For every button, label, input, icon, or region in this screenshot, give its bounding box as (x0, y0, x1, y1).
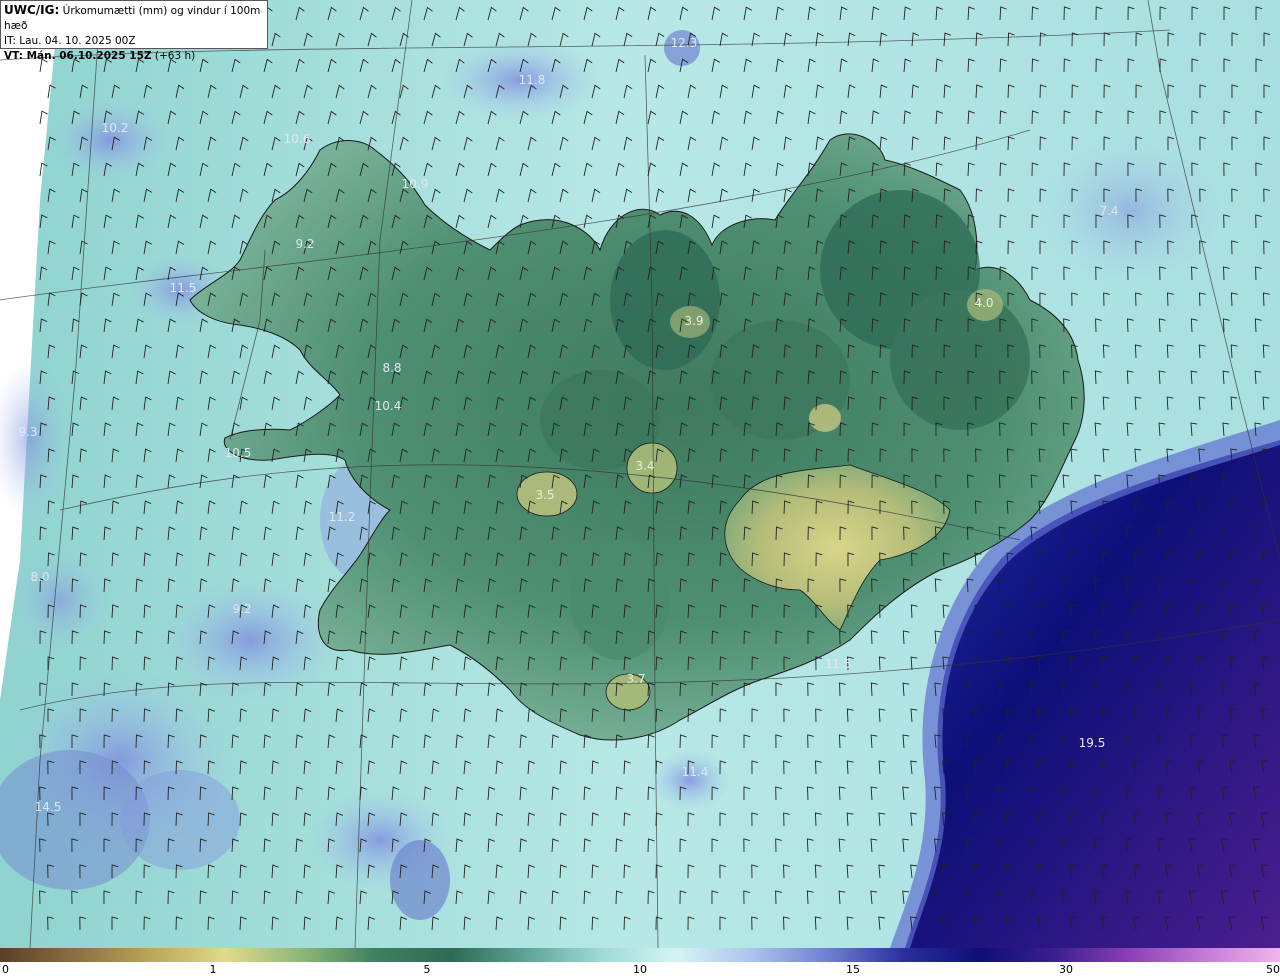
map-header: UWC/IG: Úrkomumætti (mm) og vindur í 100… (0, 0, 268, 62)
colorbar-tick: 1 (209, 963, 217, 976)
value-label: 9.2 (295, 237, 314, 251)
value-label: 10.4 (375, 399, 402, 413)
colorbar-tick: 15 (846, 963, 860, 976)
value-label: 11.8 (519, 73, 546, 87)
colorbar-tick: 30 (1059, 963, 1073, 976)
value-label: 11.5 (825, 657, 852, 671)
value-label: 11.2 (329, 510, 356, 524)
value-label: 12.3 (671, 36, 698, 50)
value-label: 19.5 (1079, 736, 1106, 750)
value-label: 10.2 (102, 121, 129, 135)
product-code: UWC/IG: (4, 3, 60, 17)
colorbar: 0 1 5 10 15 30 50 (0, 948, 1280, 978)
value-label: 11.4 (682, 765, 709, 779)
value-label: 10.5 (225, 446, 252, 460)
valid-time: VT: Mán. 06.10.2025 15Z (4, 50, 152, 62)
value-label: 8.8 (382, 361, 401, 375)
forecast-lead: (+63 h) (151, 50, 196, 62)
value-label: 3.4 (635, 459, 654, 473)
value-label: 3.9 (684, 314, 703, 328)
value-label: 10.6 (284, 132, 311, 146)
value-label: 4.0 (974, 296, 993, 310)
colorbar-strip (0, 948, 1280, 962)
colorbar-tick: 50 (1266, 963, 1280, 976)
initial-time: IT: Lau. 04. 10. 2025 00Z (4, 35, 136, 47)
colorbar-tick: 10 (633, 963, 647, 976)
value-label: 14.5 (35, 800, 62, 814)
value-label: 10.9 (402, 177, 429, 191)
value-label: 3.5 (535, 488, 554, 502)
value-label: 7.4 (1099, 204, 1118, 218)
value-label: 3.7 (626, 672, 645, 686)
value-label: 9.2 (232, 602, 251, 616)
value-label: 11.5 (170, 281, 197, 295)
colorbar-tick: 5 (423, 963, 431, 976)
colorbar-tick: 0 (2, 963, 9, 976)
value-label: 8.0 (30, 570, 49, 584)
precipitation-wind-map: 12.3 11.8 10.2 10.6 10.9 7.4 9.2 11.5 4.0 3.9 8.8 1… (0, 0, 1280, 948)
value-label: 9.3 (18, 425, 37, 439)
